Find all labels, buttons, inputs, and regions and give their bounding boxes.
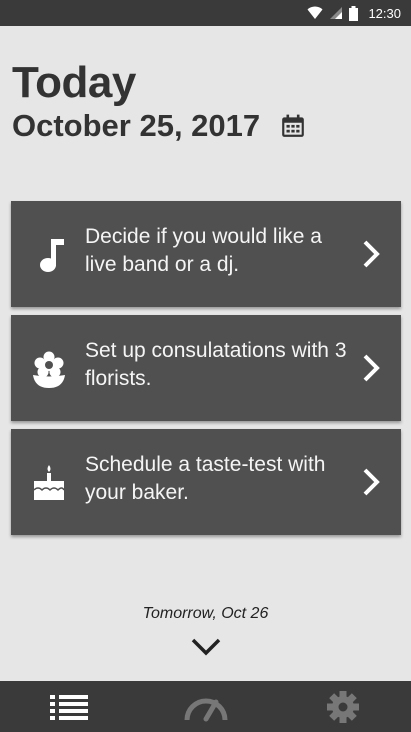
speedometer-icon — [184, 698, 227, 721]
music-note-icon — [40, 239, 64, 272]
task-card-florists[interactable]: Set up consulatations with 3 florists. — [11, 315, 401, 421]
cake-icon — [33, 465, 65, 500]
status-bar: 12:30 — [0, 0, 411, 26]
status-icons: 12:30 — [307, 4, 401, 22]
chevron-right-icon — [363, 354, 380, 382]
task-card-baker[interactable]: Schedule a taste-test with your baker. — [11, 429, 401, 535]
cellular-signal-icon — [330, 7, 343, 19]
task-text: Decide if you would like a live band or … — [85, 225, 322, 276]
wifi-icon — [307, 6, 323, 19]
task-card-music[interactable]: Decide if you would like a live band or … — [11, 201, 401, 307]
chevron-right-icon — [363, 240, 380, 268]
date-row: October 25, 2017 — [12, 108, 306, 144]
list-icon — [49, 694, 88, 720]
settings-gear-icon — [326, 690, 359, 723]
flower-icon — [33, 351, 65, 388]
nav-settings-button[interactable] — [274, 681, 411, 732]
calendar-icon[interactable] — [280, 113, 306, 139]
nav-progress-button[interactable] — [137, 681, 274, 732]
task-text: Set up consulatations with 3 florists. — [85, 339, 347, 390]
chevron-down-icon[interactable] — [190, 636, 222, 658]
battery-icon — [349, 5, 359, 21]
chevron-right-icon — [363, 468, 380, 496]
task-text: Schedule a taste-test with your baker. — [85, 453, 326, 504]
nav-tasks-button[interactable] — [0, 681, 137, 732]
bottom-nav — [0, 681, 411, 732]
status-time: 12:30 — [368, 5, 401, 21]
page-title: Today — [12, 58, 136, 107]
tomorrow-label: Tomorrow, Oct 26 — [142, 605, 269, 622]
current-date: October 25, 2017 — [12, 108, 261, 143]
